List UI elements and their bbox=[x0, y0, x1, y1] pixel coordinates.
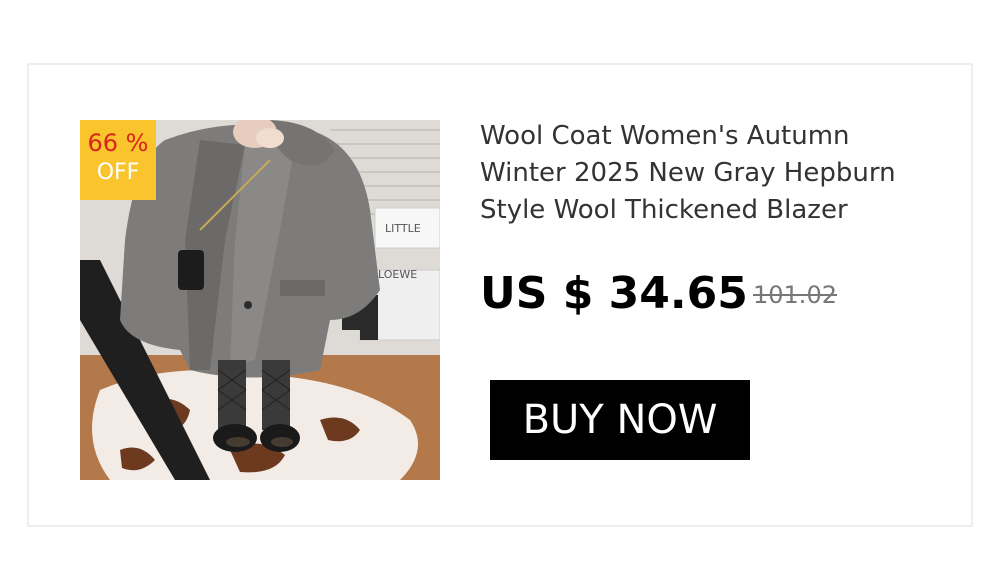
discount-off-label: OFF bbox=[96, 160, 140, 185]
sale-price: US $ 34.65 bbox=[480, 268, 748, 319]
price-row: US $ 34.65 101.02 bbox=[480, 264, 940, 324]
discount-percent: 66 % bbox=[87, 129, 149, 157]
buy-now-button[interactable]: BUY NOW bbox=[490, 380, 750, 460]
photo-sign-loewe: LOEWE bbox=[378, 268, 417, 281]
product-title[interactable]: Wool Coat Women's Autumn Winter 2025 New… bbox=[480, 118, 940, 229]
original-price: 101.02 bbox=[753, 281, 837, 309]
photo-sign-little: LITTLE bbox=[385, 222, 421, 235]
discount-badge: 66 % OFF bbox=[80, 120, 156, 200]
